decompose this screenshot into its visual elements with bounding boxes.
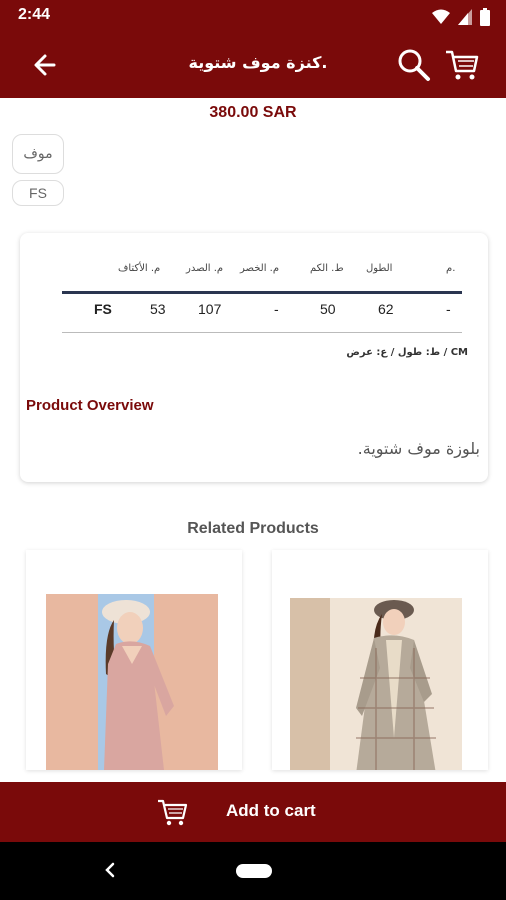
system-nav-bar — [0, 842, 506, 900]
size-table-cell: FS — [94, 301, 112, 317]
size-table-note: ط: طول / ع: عرض / CM — [346, 347, 468, 358]
size-table-header-cell: م. الخصر — [240, 263, 280, 274]
product-image — [290, 598, 462, 770]
arrow-left-icon — [34, 54, 56, 76]
table-row: FS 53 107 - 50 62 - — [62, 301, 462, 321]
size-table-header: م. الأكتاف م. الصدر م. الخصر ط. الكم الط… — [62, 263, 462, 279]
search-button[interactable] — [396, 47, 432, 83]
app-bar: كنزة موف شتوية. — [0, 32, 506, 98]
status-bar: 2:44 — [0, 0, 506, 32]
related-product-card[interactable] — [26, 550, 242, 770]
related-products-title: Related Products — [187, 520, 319, 537]
page-title: كنزة موف شتوية. — [188, 53, 328, 72]
product-details-card: م. الأكتاف م. الصدر م. الخصر ط. الكم الط… — [20, 233, 488, 482]
size-table-cell: 53 — [150, 301, 166, 317]
system-back-button[interactable] — [100, 860, 120, 880]
back-button[interactable] — [30, 51, 60, 79]
status-time: 2:44 — [18, 6, 51, 23]
system-home-button[interactable] — [236, 864, 272, 878]
cart-icon — [158, 799, 188, 826]
battery-icon — [480, 8, 490, 26]
wifi-icon — [432, 9, 450, 24]
overview-text: بلوزة موف شتوية. — [357, 439, 480, 458]
size-table-header-cell: ط. الكم — [310, 263, 344, 274]
status-icons — [432, 8, 490, 26]
size-table-header-cell: م. الصدر — [186, 263, 224, 274]
size-table-cell: - — [446, 301, 451, 317]
size-table-header-cell: م. الأكتاف — [118, 263, 161, 274]
cart-icon — [446, 50, 479, 80]
add-to-cart-button[interactable]: Add to cart — [0, 782, 506, 842]
size-table-cell: - — [274, 301, 279, 317]
size-table-cell: 107 — [198, 301, 222, 317]
size-table-divider — [62, 332, 462, 333]
color-option-chip[interactable]: موف — [12, 134, 64, 174]
size-table-header-cell: الطول — [366, 263, 393, 274]
size-option-chip[interactable]: FS — [12, 180, 64, 206]
overview-title: Product Overview — [26, 397, 154, 414]
signal-icon — [458, 9, 472, 25]
product-price: 380.00 SAR — [209, 104, 297, 121]
cart-button[interactable] — [444, 47, 480, 83]
related-product-card[interactable] — [272, 550, 488, 770]
product-image — [46, 594, 218, 770]
size-table-cell: 62 — [378, 301, 394, 317]
chevron-left-icon — [105, 862, 115, 878]
size-table-cell: 50 — [320, 301, 336, 317]
size-table-header-cell: م. — [446, 263, 456, 274]
search-icon — [398, 49, 430, 81]
size-table-rule — [62, 291, 462, 294]
add-to-cart-label: Add to cart — [226, 801, 316, 820]
